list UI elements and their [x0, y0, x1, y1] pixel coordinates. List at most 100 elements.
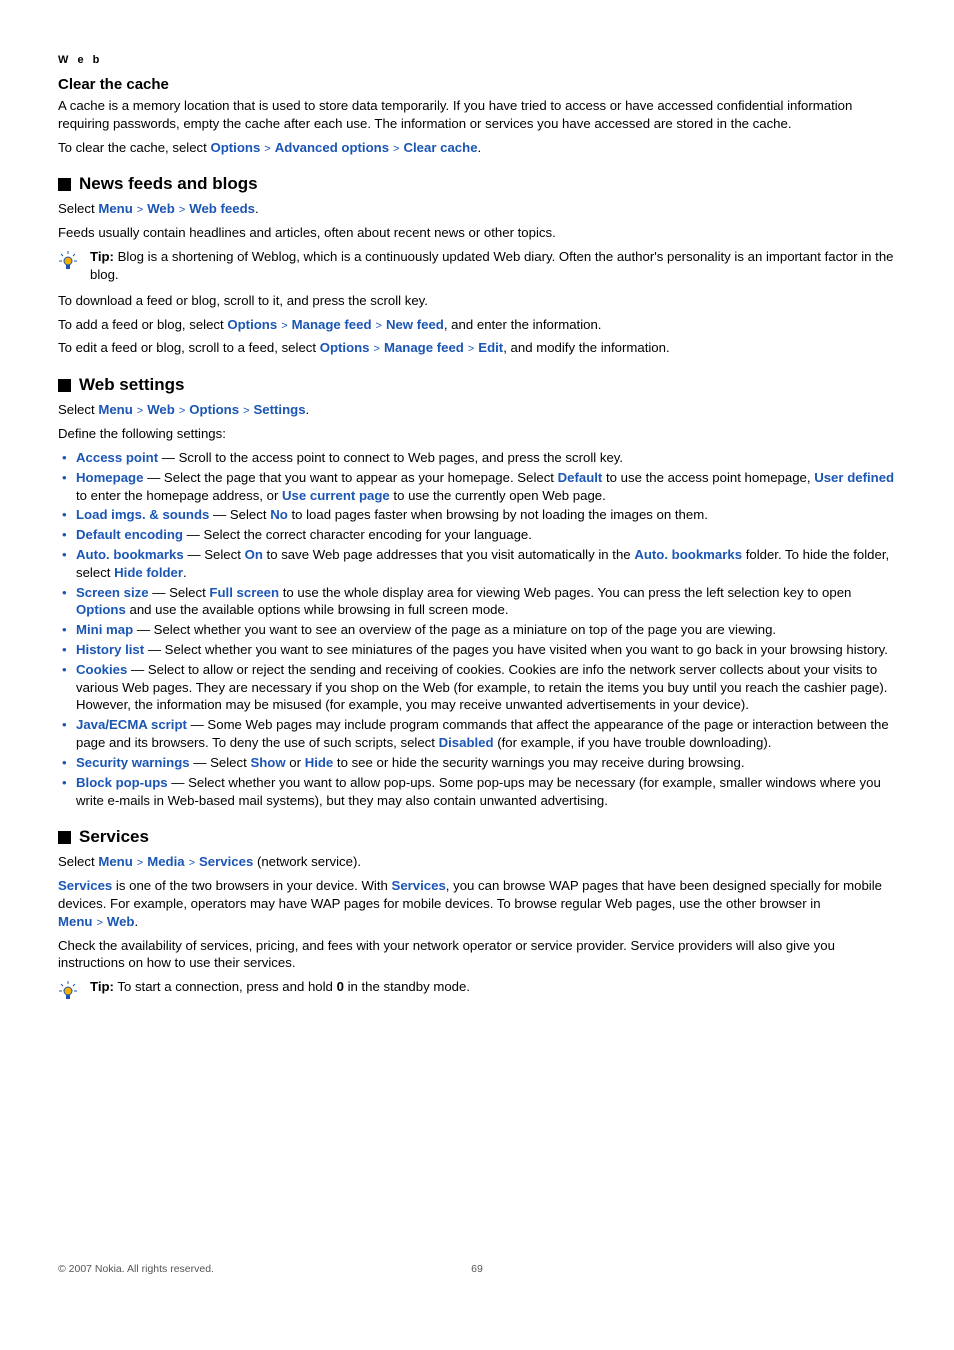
list-item: Block pop-ups — Select whether you want … [58, 774, 896, 810]
ui-services: Services [199, 853, 253, 871]
ui-no: No [270, 507, 288, 522]
list-item: Java/ECMA script — Some Web pages may in… [58, 716, 896, 752]
ui-manage-feed: Manage feed [384, 339, 464, 357]
page-footer: © 2007 Nokia. All rights reserved. 69 [58, 1263, 896, 1275]
ui-web: Web [147, 401, 175, 419]
chevron-icon: > [189, 856, 195, 871]
ui-web-feeds: Web feeds [189, 200, 255, 218]
chevron-icon: > [179, 404, 185, 419]
ui-auto-bookmarks-folder: Auto. bookmarks [634, 547, 742, 562]
ui-default: Default [558, 470, 603, 485]
heading-services: Services [79, 827, 149, 847]
setting-java-ecma: Java/ECMA script [76, 717, 187, 732]
chevron-icon: > [281, 319, 287, 334]
chevron-icon: > [137, 404, 143, 419]
section-marker-icon [58, 831, 71, 844]
page-number: 69 [471, 1263, 483, 1275]
setting-load-imgs-sounds: Load imgs. & sounds [76, 507, 209, 522]
text-feeds-select: Select Menu > Web > Web feeds. [58, 200, 896, 218]
page-category: W e b [58, 54, 896, 66]
ui-use-current-page: Use current page [282, 488, 390, 503]
setting-cookies: Cookies [76, 662, 127, 677]
ui-new-feed: New feed [386, 316, 444, 334]
chevron-icon: > [374, 342, 380, 357]
tip-body: Tip: To start a connection, press and ho… [90, 978, 896, 996]
ui-menu: Menu [98, 853, 132, 871]
ui-web: Web [147, 200, 175, 218]
chevron-icon: > [96, 916, 102, 931]
text-cache-desc: A cache is a memory location that is use… [58, 97, 896, 133]
setting-homepage: Homepage [76, 470, 143, 485]
text-cache-howto: To clear the cache, select Options > Adv… [58, 139, 896, 157]
ui-options: Options [320, 339, 370, 357]
chevron-icon: > [137, 203, 143, 218]
ui-services: Services [58, 878, 112, 893]
ui-user-defined: User defined [814, 470, 894, 485]
list-item: Auto. bookmarks — Select On to save Web … [58, 546, 896, 582]
settings-list: Access point — Scroll to the access poin… [58, 449, 896, 809]
text-feeds-desc: Feeds usually contain headlines and arti… [58, 224, 896, 242]
list-item: Access point — Scroll to the access poin… [58, 449, 896, 467]
ui-on: On [245, 547, 263, 562]
ui-services: Services [392, 878, 446, 893]
ui-media: Media [147, 853, 184, 871]
ui-options: Options [189, 401, 239, 419]
heading-web-settings: Web settings [79, 375, 184, 395]
section-marker-icon [58, 178, 71, 191]
ui-full-screen: Full screen [209, 585, 279, 600]
ui-hide-folder: Hide folder [114, 565, 183, 580]
heading-news-feeds: News feeds and blogs [79, 174, 258, 194]
text-feed-download: To download a feed or blog, scroll to it… [58, 292, 896, 310]
chevron-icon: > [243, 404, 249, 419]
text-services-desc: Services is one of the two browsers in y… [58, 877, 896, 930]
chevron-icon: > [264, 142, 270, 157]
heading-clear-cache: Clear the cache [58, 76, 896, 93]
text-settings-select: Select Menu > Web > Options > Settings. [58, 401, 896, 419]
list-item: Cookies — Select to allow or reject the … [58, 661, 896, 714]
chevron-icon: > [137, 856, 143, 871]
ui-manage-feed: Manage feed [292, 316, 372, 334]
chevron-icon: > [376, 319, 382, 334]
list-item: Mini map — Select whether you want to se… [58, 621, 896, 639]
ui-advanced-options: Advanced options [275, 139, 389, 157]
section-marker-icon [58, 379, 71, 392]
text-services-select: Select Menu > Media > Services (network … [58, 853, 896, 871]
setting-auto-bookmarks: Auto. bookmarks [76, 547, 184, 562]
list-item: Default encoding — Select the correct ch… [58, 526, 896, 544]
setting-screen-size: Screen size [76, 585, 149, 600]
setting-mini-map: Mini map [76, 622, 133, 637]
ui-edit: Edit [478, 339, 503, 357]
text-feed-edit: To edit a feed or blog, scroll to a feed… [58, 339, 896, 357]
chevron-icon: > [393, 142, 399, 157]
ui-disabled: Disabled [439, 735, 494, 750]
list-item: Load imgs. & sounds — Select No to load … [58, 506, 896, 524]
key-zero: 0 [337, 979, 344, 994]
chevron-icon: > [179, 203, 185, 218]
ui-menu: Menu [98, 200, 132, 218]
ui-menu: Menu [58, 913, 92, 931]
setting-security-warnings: Security warnings [76, 755, 190, 770]
chevron-icon: > [468, 342, 474, 357]
ui-menu: Menu [98, 401, 132, 419]
setting-history-list: History list [76, 642, 144, 657]
text-define-settings: Define the following settings: [58, 425, 896, 443]
copyright-text: © 2007 Nokia. All rights reserved. [58, 1263, 214, 1275]
list-item: History list — Select whether you want t… [58, 641, 896, 659]
setting-access-point: Access point [76, 450, 158, 465]
tip-body: Tip: Blog is a shortening of Weblog, whi… [90, 248, 896, 284]
ui-options: Options [210, 139, 260, 157]
text-feed-add: To add a feed or blog, select Options > … [58, 316, 896, 334]
ui-show: Show [250, 755, 285, 770]
list-item: Screen size — Select Full screen to use … [58, 584, 896, 620]
ui-web: Web [107, 913, 135, 931]
list-item: Security warnings — Select Show or Hide … [58, 754, 896, 772]
ui-options: Options [227, 316, 277, 334]
ui-settings: Settings [254, 401, 306, 419]
tip-icon [58, 980, 78, 1003]
ui-options: Options [76, 602, 126, 617]
tip-icon [58, 250, 78, 273]
setting-default-encoding: Default encoding [76, 527, 183, 542]
setting-block-popups: Block pop-ups [76, 775, 168, 790]
text-services-check: Check the availability of services, pric… [58, 937, 896, 973]
ui-hide: Hide [305, 755, 334, 770]
